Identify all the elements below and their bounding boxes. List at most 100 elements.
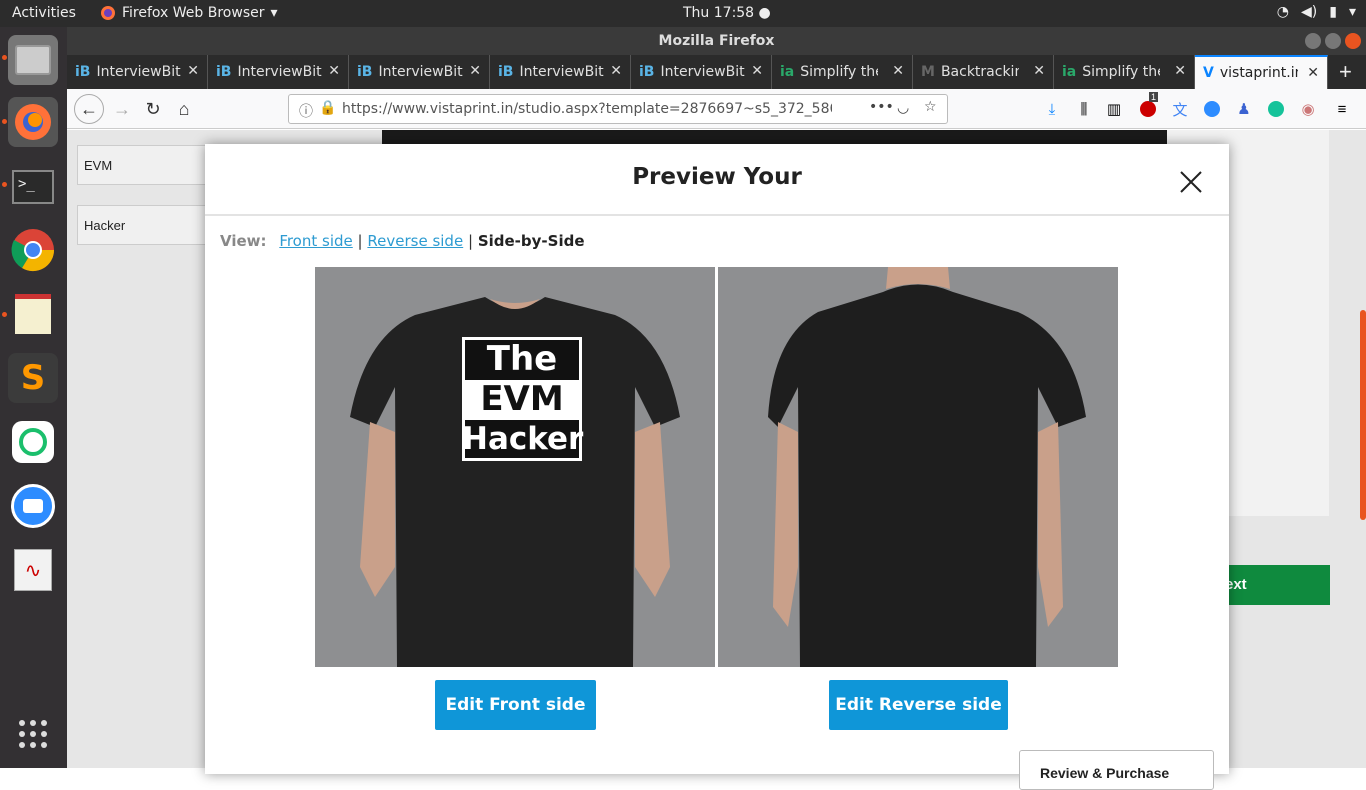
home-icon[interactable]: ⌂ <box>170 95 198 123</box>
system-tray[interactable]: ◔ ◀) ▮ ▾ <box>1277 4 1356 20</box>
pocket-icon[interactable]: ◡ <box>897 100 909 116</box>
tab-label: Backtrackin <box>940 64 1019 80</box>
system-top-bar: Activities Firefox Web Browser ▾ Thu 17:… <box>0 0 1366 27</box>
front-side-link[interactable]: Front side <box>279 232 352 250</box>
clock[interactable]: Thu 17:58 ● <box>683 5 771 21</box>
app-menu-label: Firefox Web Browser <box>122 5 265 21</box>
chevron-down-icon: ▾ <box>270 5 278 21</box>
close-window-button[interactable] <box>1345 33 1361 49</box>
close-tab-icon[interactable]: ✕ <box>610 63 622 79</box>
tab-interviewbit[interactable]: iB InterviewBit ✕ <box>490 55 631 89</box>
zoom-icon[interactable] <box>8 481 58 531</box>
tab-label: InterviewBit <box>660 64 745 80</box>
close-tab-icon[interactable]: ✕ <box>187 63 199 79</box>
preview-modal: Preview Your View: Front side | Reverse … <box>205 144 1229 790</box>
edit-front-button[interactable]: Edit Front side <box>435 680 596 730</box>
close-tab-icon[interactable]: ✕ <box>469 63 481 79</box>
review-purchase-button[interactable]: Review & Purchase <box>1019 750 1214 790</box>
tab-interviewbit[interactable]: iB InterviewBit ✕ <box>631 55 772 89</box>
tab-bar: iB InterviewBit ✕ iB InterviewBit ✕ iB Interv… <box>67 55 1366 89</box>
firefox-dock-icon[interactable] <box>8 97 58 147</box>
interviewbit-icon: iB <box>75 64 91 80</box>
interviewbit-icon: iB <box>639 64 655 80</box>
separator: | <box>357 232 363 250</box>
print-line-2: EVM <box>480 379 564 419</box>
interviewbit-icon: iB <box>216 64 232 80</box>
front-preview-image: The EVM Hacker <box>315 267 715 667</box>
running-indicator <box>2 182 7 187</box>
close-tab-icon[interactable]: ✕ <box>892 63 904 79</box>
pdf-reader-icon[interactable]: ∿ <box>8 545 58 595</box>
print-line-1: The <box>486 339 558 379</box>
chat-app-icon[interactable] <box>8 417 58 467</box>
site-icon: ia <box>1062 64 1077 80</box>
wifi-icon: ◔ <box>1276 4 1290 20</box>
tab-simplify[interactable]: ia Simplify the ✕ <box>772 55 913 89</box>
translate-icon[interactable]: 文 <box>1169 98 1191 120</box>
tab-backtracking[interactable]: M Backtrackin ✕ <box>913 55 1054 89</box>
tab-vistaprint[interactable]: Vvistaprint.in ✕ <box>1195 55 1328 89</box>
owl-extension-icon[interactable]: ◉ <box>1297 98 1319 120</box>
download-icon[interactable]: ⤓ <box>1041 98 1063 120</box>
lock-icon: 🔒 <box>319 100 337 116</box>
tab-simplify[interactable]: ia Simplify the ✕ <box>1054 55 1195 89</box>
divider <box>205 214 1229 216</box>
back-icon[interactable]: ← <box>74 94 104 124</box>
site-icon: ia <box>780 64 795 80</box>
grammarly-icon[interactable] <box>1265 98 1287 120</box>
edit-reverse-button[interactable]: Edit Reverse side <box>829 680 1008 730</box>
library-icon[interactable]: ⫼ <box>1073 98 1095 120</box>
battery-icon: ▮ <box>1329 4 1337 20</box>
tab-label: Simplify the <box>1082 64 1161 80</box>
view-label: View: <box>220 232 267 250</box>
sublime-text-icon[interactable]: S <box>8 353 58 403</box>
activities-button[interactable]: Activities <box>12 5 76 21</box>
extension-icon[interactable]: ♟ <box>1233 98 1255 120</box>
reload-icon[interactable]: ↻ <box>139 95 167 123</box>
text-field-hacker[interactable]: Hacker <box>77 205 217 245</box>
running-indicator <box>2 119 7 124</box>
tab-interviewbit[interactable]: iB InterviewBit ✕ <box>208 55 349 89</box>
menu-icon[interactable]: ≡ <box>1331 98 1353 120</box>
dock: >_ S ∿ <box>0 27 67 768</box>
tshirt-back-icon <box>718 267 1118 667</box>
tab-label: InterviewBit <box>519 64 604 80</box>
url-bar[interactable]: ⓘ 🔒 https://www.vistaprint.in/studio.asp… <box>288 94 948 124</box>
bookmark-star-icon[interactable]: ☆ <box>924 99 937 115</box>
tab-interviewbit[interactable]: iB InterviewBit ✕ <box>67 55 208 89</box>
close-tab-icon[interactable]: ✕ <box>1174 63 1186 79</box>
tab-label: Simplify the <box>800 64 879 80</box>
view-selector: View: Front side | Reverse side | Side-b… <box>220 232 585 250</box>
zoom-extension-icon[interactable] <box>1201 98 1223 120</box>
new-tab-icon[interactable]: + <box>1339 59 1352 85</box>
modal-title: Preview Your <box>632 164 802 190</box>
forward-icon[interactable]: → <box>108 95 136 123</box>
terminal-icon[interactable]: >_ <box>8 162 58 212</box>
tab-interviewbit[interactable]: iB InterviewBit ✕ <box>349 55 490 89</box>
close-tab-icon[interactable]: ✕ <box>1033 63 1045 79</box>
maximize-button[interactable] <box>1325 33 1341 49</box>
app-menu[interactable]: Firefox Web Browser ▾ <box>100 5 278 21</box>
window-title: Mozilla Firefox <box>658 33 775 49</box>
text-field-evm[interactable]: EVM <box>77 145 217 185</box>
minimize-button[interactable] <box>1305 33 1321 49</box>
tab-label: InterviewBit <box>96 64 181 80</box>
files-icon[interactable] <box>8 35 58 85</box>
info-icon[interactable]: ⓘ <box>299 101 313 121</box>
scrollbar[interactable] <box>1360 310 1366 520</box>
close-tab-icon[interactable]: ✕ <box>328 63 340 79</box>
chrome-icon[interactable] <box>8 225 58 275</box>
close-tab-icon[interactable]: ✕ <box>1307 65 1319 81</box>
close-tab-icon[interactable]: ✕ <box>751 63 763 79</box>
reverse-side-link[interactable]: Reverse side <box>367 232 463 250</box>
firefox-icon <box>101 6 115 20</box>
adblock-icon[interactable]: 1 <box>1137 92 1159 120</box>
tshirt-front-icon <box>315 267 715 667</box>
show-apps-icon[interactable] <box>8 709 58 759</box>
page-actions-icon[interactable]: ••• <box>869 99 894 115</box>
url-text[interactable]: https://www.vistaprint.in/studio.aspx?te… <box>342 101 832 117</box>
interviewbit-icon: iB <box>498 64 514 80</box>
close-icon[interactable] <box>1177 168 1205 196</box>
text-editor-icon[interactable] <box>8 289 58 339</box>
sidebar-icon[interactable]: ▥ <box>1103 98 1125 120</box>
